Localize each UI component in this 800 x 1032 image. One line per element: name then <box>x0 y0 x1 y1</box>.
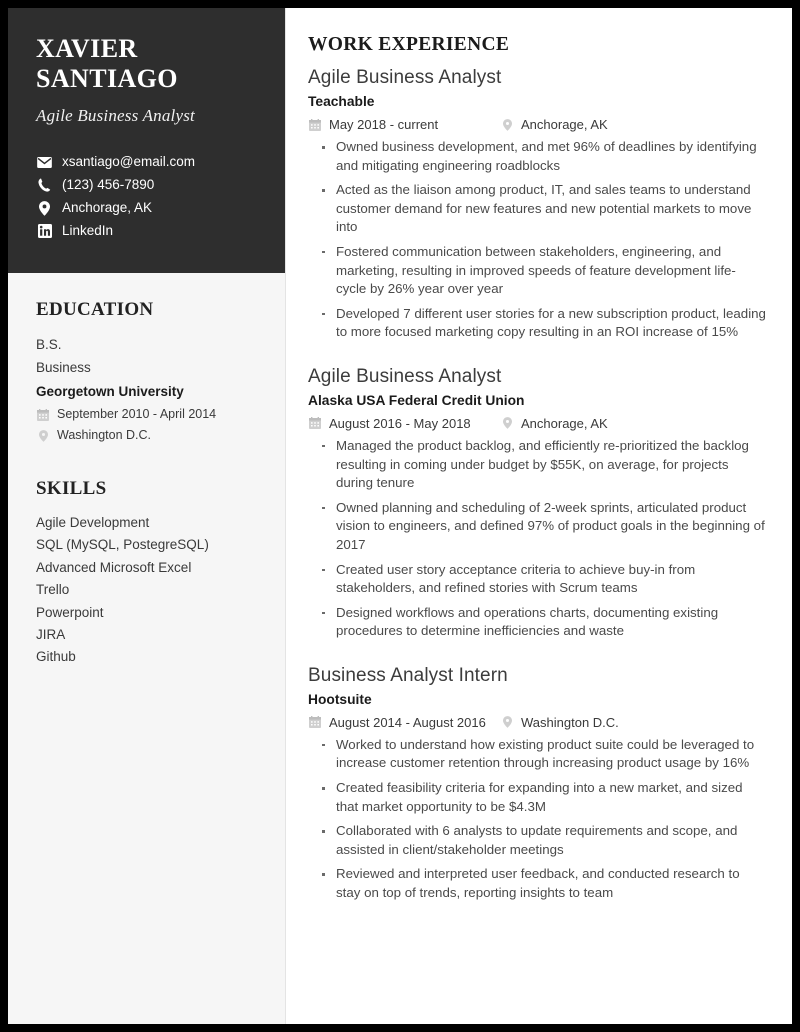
job-meta: August 2016 - May 2018 Anchorage, AK <box>308 413 766 434</box>
education-degree: B.S. <box>36 337 62 352</box>
job-entry: Agile Business Analyst Teachable May 201… <box>308 65 766 342</box>
map-pin-icon <box>36 429 50 442</box>
list-item: Designed workflows and operations charts… <box>308 604 766 641</box>
resume-page: XAVIER SANTIAGO Agile Business Analyst x… <box>8 8 792 1024</box>
map-pin-icon <box>500 118 514 131</box>
envelope-icon <box>36 156 53 168</box>
last-name: SANTIAGO <box>36 64 178 93</box>
list-item: Owned planning and scheduling of 2-week … <box>308 499 766 555</box>
education-location: Washington D.C. <box>36 425 261 446</box>
job-location-label: Anchorage, AK <box>521 415 608 431</box>
job-location: Anchorage, AK <box>500 413 608 434</box>
calendar-icon <box>308 716 322 729</box>
contact-phone[interactable]: (123) 456-7890 <box>36 174 261 196</box>
list-item: Agile Development <box>36 515 150 530</box>
job-meta: May 2018 - current Anchorage, AK <box>308 114 766 135</box>
job-dates-label: August 2016 - May 2018 <box>329 415 471 431</box>
job-title: Agile Business Analyst <box>308 365 502 387</box>
contact-location-label: Anchorage, AK <box>62 200 153 215</box>
skills-section: SKILLS Agile Development SQL (MySQL, Pos… <box>8 478 285 669</box>
job-dates-label: August 2014 - August 2016 <box>329 714 486 730</box>
list-item: Fostered communication between stakehold… <box>308 243 766 299</box>
skills-heading: SKILLS <box>36 478 107 499</box>
job-company: Teachable <box>308 94 375 109</box>
list-item: Acted as the liaison among product, IT, … <box>308 181 766 237</box>
contact-location: Anchorage, AK <box>36 197 261 219</box>
job-dates: August 2014 - August 2016 <box>308 712 490 733</box>
contact-list: xsantiago@email.com (123) 456-7890 Ancho… <box>36 151 261 242</box>
sidebar: XAVIER SANTIAGO Agile Business Analyst x… <box>8 8 286 1024</box>
page-title: XAVIER SANTIAGO <box>36 34 261 94</box>
contact-linkedin[interactable]: LinkedIn <box>36 220 261 242</box>
job-company: Hootsuite <box>308 691 372 707</box>
work-experience-heading: WORK EXPERIENCE <box>308 34 510 55</box>
list-item: Reviewed and interpreted user feedback, … <box>308 865 766 902</box>
education-school: Georgetown University <box>36 384 184 399</box>
job-entry: Business Analyst Intern Hootsuite August… <box>308 663 766 903</box>
education-dates-label: September 2010 - April 2014 <box>57 407 217 421</box>
job-dates: May 2018 - current <box>308 114 490 135</box>
job-location: Washington D.C. <box>500 712 619 733</box>
map-pin-icon <box>36 200 53 216</box>
education-dates: September 2010 - April 2014 <box>36 404 261 425</box>
calendar-icon <box>308 417 322 430</box>
contact-email-label: xsantiago@email.com <box>62 154 196 169</box>
list-item: Developed 7 different user stories for a… <box>308 305 766 342</box>
calendar-icon <box>36 408 50 421</box>
education-section: EDUCATION B.S. Business Georgetown Unive… <box>8 299 285 446</box>
first-name: XAVIER <box>36 34 138 63</box>
education-location-label: Washington D.C. <box>57 428 152 442</box>
job-meta: August 2014 - August 2016 Washington D.C… <box>308 712 766 733</box>
job-company: Alaska USA Federal Credit Union <box>308 392 525 408</box>
list-item: SQL (MySQL, PostegreSQL) <box>36 537 209 553</box>
job-location-label: Anchorage, AK <box>521 117 608 132</box>
list-item: Github <box>36 649 76 665</box>
job-bullets: Worked to understand how existing produc… <box>308 736 766 903</box>
job-entry: Agile Business Analyst Alaska USA Federa… <box>308 364 766 641</box>
skills-list: Agile Development SQL (MySQL, PostegreSQ… <box>36 512 261 669</box>
list-item: Advanced Microsoft Excel <box>36 559 192 575</box>
list-item: Worked to understand how existing produc… <box>308 736 766 773</box>
main-content: WORK EXPERIENCE Agile Business Analyst T… <box>286 8 792 1024</box>
linkedin-icon <box>36 224 53 238</box>
job-title: Business Analyst Intern <box>308 664 508 686</box>
list-item: Created feasibility criteria for expandi… <box>308 779 766 816</box>
education-field: Business <box>36 360 91 375</box>
job-dates: August 2016 - May 2018 <box>308 413 490 434</box>
contact-linkedin-label: LinkedIn <box>62 223 114 238</box>
contact-phone-label: (123) 456-7890 <box>62 177 155 192</box>
job-dates-label: May 2018 - current <box>329 117 439 132</box>
job-bullets: Owned business development, and met 96% … <box>308 138 766 342</box>
list-item: Trello <box>36 582 70 598</box>
list-item: Collaborated with 6 analysts to update r… <box>308 822 766 859</box>
job-location: Anchorage, AK <box>500 114 608 135</box>
calendar-icon <box>308 118 322 131</box>
list-item: JIRA <box>36 627 66 643</box>
job-bullets: Managed the product backlog, and efficie… <box>308 437 766 641</box>
profile-role: Agile Business Analyst <box>36 106 195 125</box>
list-item: Owned business development, and met 96% … <box>308 138 766 175</box>
list-item: Powerpoint <box>36 604 104 620</box>
contact-email[interactable]: xsantiago@email.com <box>36 151 261 173</box>
profile-header: XAVIER SANTIAGO Agile Business Analyst x… <box>8 8 285 273</box>
job-location-label: Washington D.C. <box>521 714 619 730</box>
education-heading: EDUCATION <box>36 299 154 320</box>
phone-icon <box>36 178 53 192</box>
map-pin-icon <box>500 417 514 430</box>
map-pin-icon <box>500 716 514 729</box>
job-title: Agile Business Analyst <box>308 67 502 88</box>
list-item: Managed the product backlog, and efficie… <box>308 437 766 493</box>
list-item: Created user story acceptance criteria t… <box>308 561 766 598</box>
